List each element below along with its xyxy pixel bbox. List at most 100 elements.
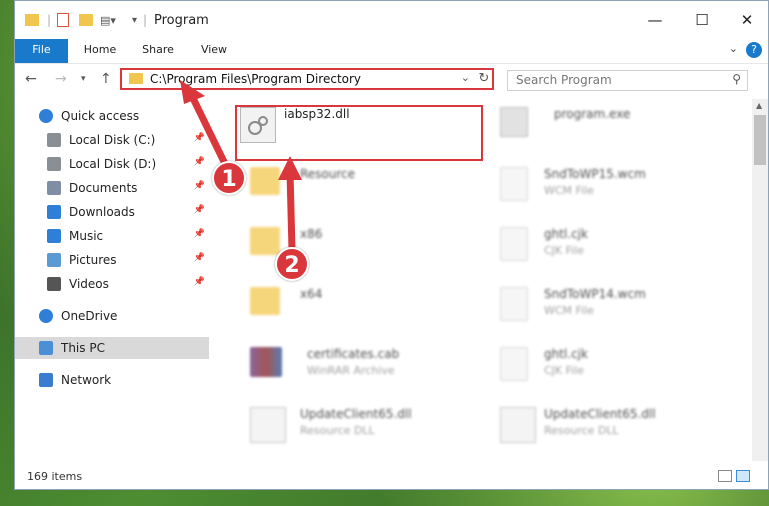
address-bar[interactable]: C:\Program Files\Program Directory ⌄ bbox=[120, 68, 494, 90]
vertical-scrollbar[interactable]: ▲ bbox=[752, 99, 768, 461]
folder-item[interactable]: Resource bbox=[250, 165, 480, 205]
properties-icon[interactable] bbox=[57, 11, 69, 29]
file-item[interactable]: UpdateClient65.dll Resource DLL bbox=[250, 405, 480, 445]
customize-toolbar-icon[interactable]: ▤▾ bbox=[100, 11, 116, 29]
file-item[interactable]: ghtl.cjk CJK File bbox=[500, 345, 730, 385]
drive-icon bbox=[47, 133, 61, 147]
drive-icon bbox=[47, 157, 61, 171]
minimize-button[interactable]: — bbox=[632, 1, 678, 39]
file-item[interactable]: UpdateClient65.dll Resource DLL bbox=[500, 405, 730, 445]
new-folder-icon[interactable] bbox=[79, 11, 93, 29]
refresh-button[interactable]: ↻ bbox=[474, 69, 494, 89]
sidebar-item-label: Local Disk (D:) bbox=[69, 157, 157, 171]
sidebar-item-pictures[interactable]: Pictures 📌 bbox=[15, 249, 209, 271]
sidebar-item-label: Quick access bbox=[61, 109, 140, 123]
file-type: CJK File bbox=[544, 244, 585, 257]
file-item[interactable]: SndToWP14.wcm WCM File bbox=[500, 285, 730, 325]
pictures-icon bbox=[47, 253, 61, 267]
sidebar-item-local-disk-c[interactable]: Local Disk (C:) 📌 bbox=[15, 129, 209, 151]
search-input[interactable]: Search Program ⚲ bbox=[507, 70, 748, 91]
chevron-down-icon[interactable]: ▾ bbox=[132, 11, 137, 29]
large-icons-view-button[interactable] bbox=[736, 470, 750, 482]
cloud-icon bbox=[39, 309, 53, 323]
pin-icon[interactable]: 📌 bbox=[194, 157, 205, 167]
close-button[interactable]: ✕ bbox=[724, 1, 768, 39]
pin-icon[interactable]: 📌 bbox=[194, 253, 205, 263]
title-bar: | ▤▾ ▾ | Program — ☐ ✕ bbox=[15, 1, 768, 39]
sidebar-item-local-disk-d[interactable]: Local Disk (D:) 📌 bbox=[15, 153, 209, 175]
sidebar-item-videos[interactable]: Videos 📌 bbox=[15, 273, 209, 295]
folder-icon bbox=[250, 287, 280, 315]
help-button[interactable]: ? bbox=[746, 42, 762, 58]
chevron-down-icon[interactable]: ⌄ bbox=[461, 71, 470, 84]
sidebar-item-label: Network bbox=[61, 373, 112, 387]
sidebar-item-label: Documents bbox=[69, 181, 138, 195]
file-name: ghtl.cjk bbox=[544, 227, 588, 241]
file-name: program.exe bbox=[554, 107, 631, 121]
explorer-window: | ▤▾ ▾ | Program — ☐ ✕ File Home Share V… bbox=[14, 0, 769, 490]
file-name: x86 bbox=[300, 227, 323, 241]
sidebar-item-music[interactable]: Music 📌 bbox=[15, 225, 209, 247]
sidebar-item-label: Videos bbox=[69, 277, 109, 291]
dll-file-icon bbox=[500, 407, 536, 443]
download-icon bbox=[47, 205, 61, 219]
expand-ribbon-icon[interactable]: ⌄ bbox=[729, 42, 738, 55]
scroll-thumb[interactable] bbox=[754, 115, 766, 165]
file-name: UpdateClient65.dll bbox=[300, 407, 412, 421]
step-marker-2: 2 bbox=[275, 247, 309, 281]
window-title: Program bbox=[154, 13, 209, 28]
pin-icon[interactable]: 📌 bbox=[194, 133, 205, 143]
file-item[interactable]: program.exe bbox=[500, 105, 730, 145]
sidebar-item-this-pc[interactable]: This PC bbox=[15, 337, 209, 359]
folder-icon bbox=[129, 73, 143, 84]
sidebar-item-downloads[interactable]: Downloads 📌 bbox=[15, 201, 209, 223]
pin-icon[interactable]: 📌 bbox=[194, 277, 205, 287]
recent-locations-icon[interactable]: ▾ bbox=[81, 74, 86, 84]
scroll-up-icon[interactable]: ▲ bbox=[756, 101, 762, 110]
sidebar-item-label: Local Disk (C:) bbox=[69, 133, 156, 147]
sidebar-item-documents[interactable]: Documents 📌 bbox=[15, 177, 209, 199]
folder-item[interactable]: x64 bbox=[250, 285, 480, 325]
music-icon bbox=[47, 229, 61, 243]
tab-home[interactable]: Home bbox=[78, 39, 122, 61]
up-button[interactable]: ↑ bbox=[100, 71, 112, 87]
back-button[interactable]: ← bbox=[25, 71, 37, 87]
tab-view[interactable]: View bbox=[192, 39, 236, 61]
file-type: WCM File bbox=[544, 184, 594, 197]
file-item[interactable]: SndToWP15.wcm WCM File bbox=[500, 165, 730, 205]
file-item[interactable]: certificates.cab WinRAR Archive bbox=[250, 345, 480, 385]
sidebar-item-label: Music bbox=[69, 229, 104, 243]
sidebar-item-network[interactable]: Network bbox=[15, 369, 209, 391]
pin-icon[interactable]: 📌 bbox=[194, 205, 205, 215]
exe-file-icon bbox=[500, 107, 528, 137]
pin-icon[interactable]: 📌 bbox=[194, 229, 205, 239]
archive-icon bbox=[250, 347, 282, 377]
maximize-button[interactable]: ☐ bbox=[679, 1, 725, 39]
network-icon bbox=[39, 373, 53, 387]
navigation-pane: Quick access Local Disk (C:) 📌 Local Disk (… bbox=[15, 99, 209, 459]
folder-icon bbox=[250, 167, 280, 195]
file-item[interactable]: ghtl.cjk CJK File bbox=[500, 225, 730, 265]
file-type: WCM File bbox=[544, 304, 594, 317]
star-icon bbox=[39, 109, 53, 123]
address-path: C:\Program Files\Program Directory bbox=[150, 72, 362, 86]
navigation-bar: ← → ▾ ↑ C:\Program Files\Program Directo… bbox=[15, 63, 768, 96]
file-name: x64 bbox=[300, 287, 323, 301]
search-placeholder: Search Program bbox=[516, 73, 612, 87]
file-type: Resource DLL bbox=[544, 424, 619, 437]
file-type: CJK File bbox=[544, 364, 585, 377]
tab-share[interactable]: Share bbox=[136, 39, 180, 61]
pin-icon[interactable]: 📌 bbox=[194, 181, 205, 191]
details-view-button[interactable] bbox=[718, 470, 732, 482]
computer-icon bbox=[39, 341, 53, 355]
sidebar-item-onedrive[interactable]: OneDrive bbox=[15, 305, 209, 327]
file-name: Resource bbox=[300, 167, 356, 181]
file-icon bbox=[500, 347, 528, 381]
file-name: ghtl.cjk bbox=[544, 347, 588, 361]
highlight-box bbox=[235, 105, 483, 161]
forward-button[interactable]: → bbox=[55, 71, 67, 87]
sidebar-item-label: OneDrive bbox=[61, 309, 118, 323]
status-bar: 169 items bbox=[15, 463, 768, 489]
separator: | bbox=[47, 13, 52, 27]
sidebar-item-quick-access[interactable]: Quick access bbox=[15, 105, 209, 127]
